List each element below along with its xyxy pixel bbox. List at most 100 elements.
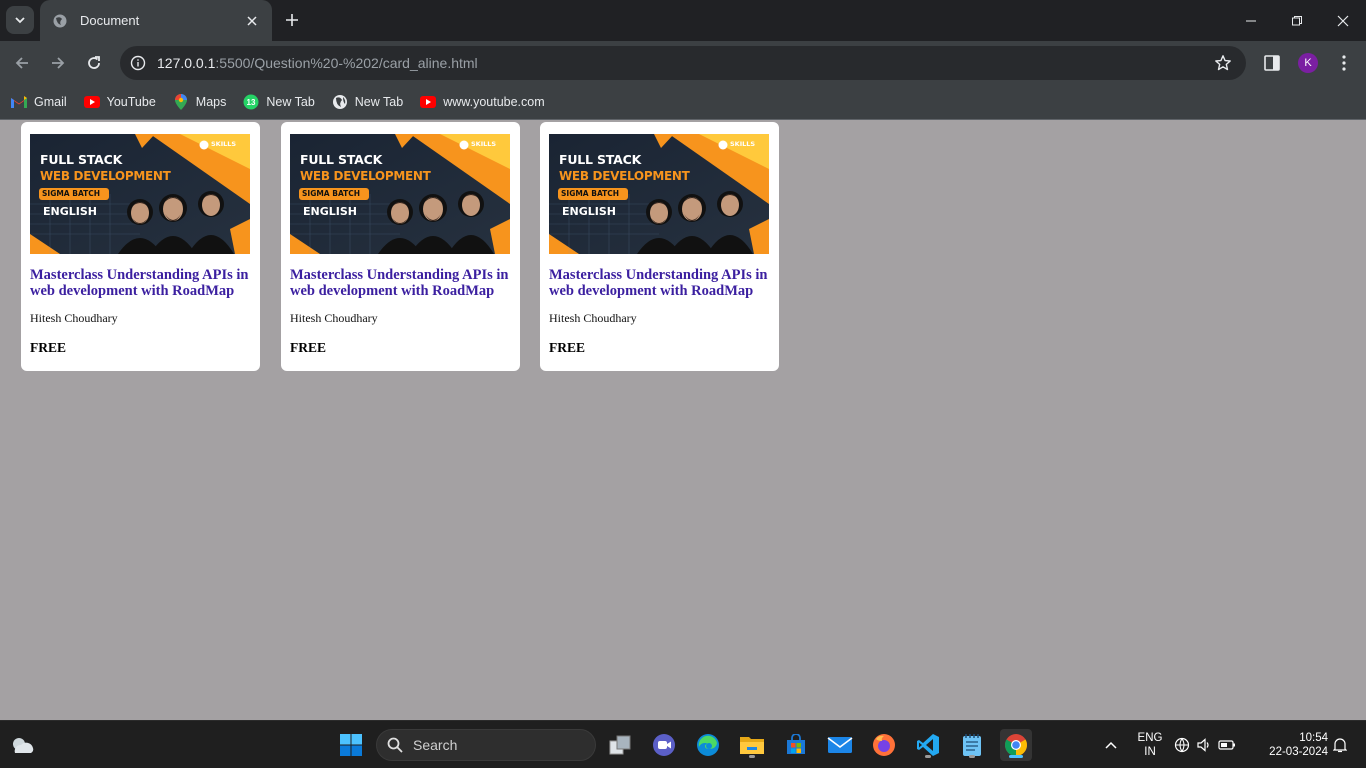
bookmark-youtube-com[interactable]: www.youtube.com	[420, 88, 545, 116]
course-title[interactable]: Masterclass Understanding APIs in web de…	[549, 267, 770, 299]
close-window-button[interactable]	[1320, 0, 1366, 41]
new-tab-button[interactable]	[282, 10, 302, 30]
edge-icon	[697, 734, 719, 756]
weather-icon	[13, 738, 34, 753]
file-explorer-button[interactable]	[736, 729, 768, 761]
reload-icon	[88, 56, 100, 69]
course-card-3[interactable]: FULL STACK WEB DEVELOPMENT SIGMA BATCH E…	[540, 122, 779, 371]
system-tray-quick-settings[interactable]	[1174, 729, 1236, 761]
course-card-2[interactable]: FULL STACK WEB DEVELOPMENT SIGMA BATCH E…	[281, 122, 520, 371]
weather-widget[interactable]	[6, 729, 38, 761]
course-thumbnail[interactable]: FULL STACK WEB DEVELOPMENT SIGMA BATCH E…	[30, 134, 250, 254]
vscode-button[interactable]	[912, 729, 944, 761]
chevron-down-icon	[15, 17, 25, 24]
thumbnail-line1: FULL STACK	[300, 152, 383, 167]
firefox-icon	[873, 734, 895, 756]
restore-icon	[1292, 15, 1302, 25]
thumbnail-brand: SKILLS	[211, 140, 237, 148]
course-card-1[interactable]: FULL STACK WEB DEVELOPMENT SIGMA BATCH E…	[21, 122, 260, 371]
start-button[interactable]	[335, 729, 367, 761]
taskbar-search[interactable]: Search	[376, 729, 596, 761]
profile-avatar[interactable]: K	[1298, 53, 1318, 73]
notification-bell-icon	[1333, 738, 1347, 753]
side-panel-icon[interactable]	[1262, 53, 1282, 73]
mail-button[interactable]	[824, 729, 856, 761]
store-button[interactable]	[780, 729, 812, 761]
thumbnail-language: ENGLISH	[562, 205, 616, 218]
maps-icon	[173, 94, 189, 110]
tray-overflow-button[interactable]	[1096, 729, 1126, 761]
youtube-icon	[83, 94, 100, 110]
course-title[interactable]: Masterclass Understanding APIs in web de…	[290, 267, 511, 299]
running-indicator	[969, 755, 975, 758]
globe-icon	[53, 14, 67, 27]
windows-taskbar: Search ENG IN 10:54 22-03-2024	[0, 720, 1366, 768]
vscode-icon	[917, 734, 939, 756]
notepad-button[interactable]	[956, 729, 988, 761]
more-vert-icon	[1342, 55, 1346, 71]
course-author: Hitesh Choudhary	[290, 311, 378, 325]
store-icon	[787, 734, 805, 754]
bookmark-badge: 13	[247, 98, 256, 107]
restore-button[interactable]	[1274, 0, 1320, 41]
gmail-icon	[11, 94, 27, 110]
language-line1: ENG	[1137, 732, 1163, 744]
course-title[interactable]: Masterclass Understanding APIs in web de…	[30, 267, 251, 299]
course-thumbnail[interactable]: FULL STACK WEB DEVELOPMENT SIGMA BATCH E…	[290, 134, 510, 254]
chrome-button[interactable]	[1000, 729, 1032, 761]
thumbnail-brand: SKILLS	[471, 140, 497, 148]
bookmark-new-tab-whatsapp[interactable]: 13 New Tab	[243, 88, 315, 116]
menu-button[interactable]	[1334, 53, 1354, 73]
course-thumbnail[interactable]: FULL STACK WEB DEVELOPMENT SIGMA BATCH E…	[549, 134, 769, 254]
mail-icon	[827, 737, 853, 753]
task-view-icon	[609, 735, 631, 755]
windows-icon	[340, 734, 362, 756]
bookmark-youtube[interactable]: YouTube	[83, 88, 156, 116]
language-indicator[interactable]: ENG IN	[1134, 731, 1166, 759]
tab-search-button[interactable]	[6, 6, 34, 34]
thumbnail-language: ENGLISH	[43, 205, 97, 218]
clock[interactable]: 10:54 22-03-2024	[1256, 731, 1328, 759]
site-info-icon[interactable]	[130, 55, 146, 71]
reload-button[interactable]	[80, 49, 108, 77]
network-icon	[1174, 737, 1190, 753]
thumbnail-badge: SIGMA BATCH	[302, 189, 361, 198]
thumbnail-line2: WEB DEVELOPMENT	[40, 169, 171, 183]
notifications-button[interactable]	[1330, 729, 1350, 761]
teams-chat-button[interactable]	[648, 729, 680, 761]
minimize-button[interactable]	[1228, 0, 1274, 41]
forward-button[interactable]	[44, 49, 72, 77]
active-indicator	[1009, 755, 1023, 758]
video-chat-icon	[653, 734, 675, 756]
bookmarks-bar: Gmail YouTube Maps 13 New Tab New Tab ww…	[0, 85, 1366, 120]
tab-close-icon[interactable]	[244, 13, 260, 29]
url-path: :5500/Question%20-%202/card_aline.html	[215, 55, 478, 71]
bookmark-new-tab[interactable]: New Tab	[332, 88, 403, 116]
running-indicator	[749, 755, 755, 758]
clock-time: 10:54	[1299, 732, 1328, 744]
bookmark-gmail[interactable]: Gmail	[11, 88, 67, 116]
youtube-icon	[420, 94, 437, 110]
globe-icon	[332, 94, 348, 110]
back-button[interactable]	[8, 49, 36, 77]
language-line2: IN	[1144, 746, 1156, 758]
notepad-icon	[963, 734, 981, 756]
thumbnail-line2: WEB DEVELOPMENT	[300, 169, 431, 183]
close-icon	[1337, 15, 1349, 26]
tab-document[interactable]: Document	[40, 0, 272, 41]
folder-icon	[740, 737, 764, 754]
firefox-button[interactable]	[868, 729, 900, 761]
arrow-left-icon	[15, 57, 28, 69]
address-bar[interactable]: 127.0.0.1:5500/Question%20-%202/card_ali…	[120, 46, 1246, 80]
bookmark-star-icon[interactable]	[1214, 54, 1232, 72]
thumbnail-badge: SIGMA BATCH	[561, 189, 620, 198]
minimize-icon	[1246, 20, 1256, 21]
url-text: 127.0.0.1:5500/Question%20-%202/card_ali…	[157, 55, 478, 71]
task-view-button[interactable]	[604, 729, 636, 761]
bookmark-maps[interactable]: Maps	[173, 88, 226, 116]
thumbnail-line1: FULL STACK	[559, 152, 642, 167]
chrome-icon	[1005, 734, 1027, 756]
edge-button[interactable]	[692, 729, 724, 761]
course-author: Hitesh Choudhary	[549, 311, 637, 325]
page-content: FULL STACK WEB DEVELOPMENT SIGMA BATCH E…	[0, 120, 1366, 720]
